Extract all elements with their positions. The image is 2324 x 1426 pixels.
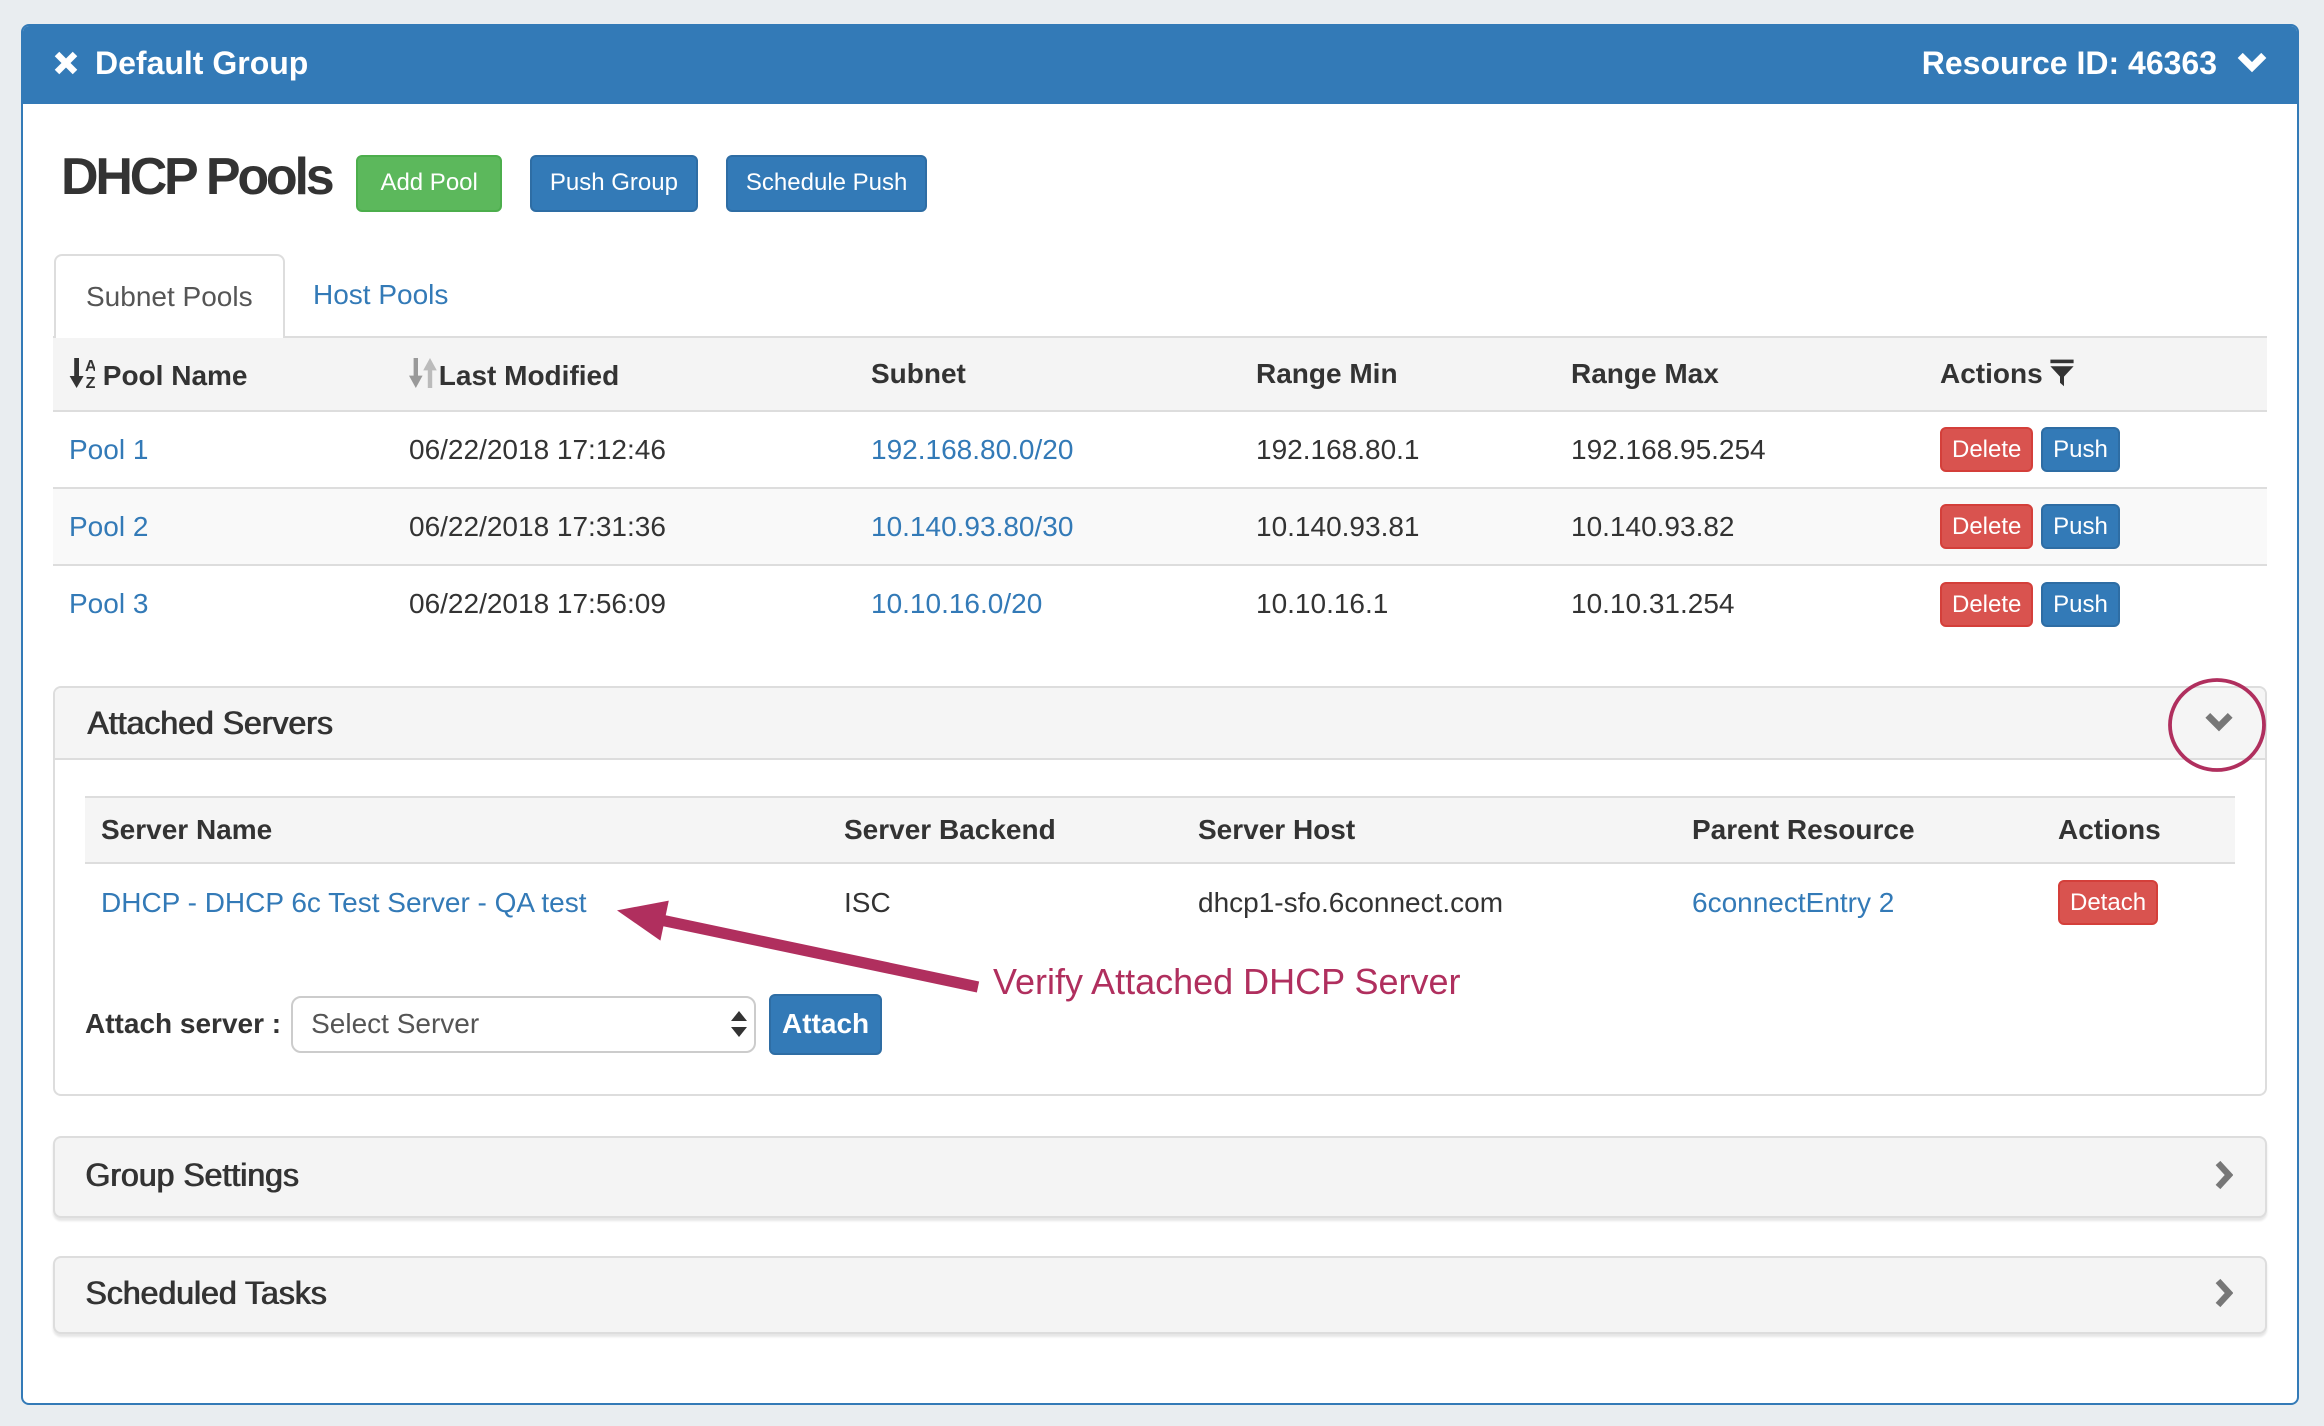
svg-text:A: A: [85, 358, 95, 375]
svg-text:Z: Z: [86, 375, 95, 389]
